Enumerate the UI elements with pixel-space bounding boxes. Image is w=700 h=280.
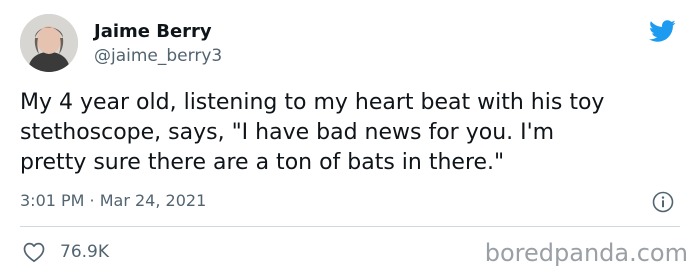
info-icon[interactable] xyxy=(652,191,674,213)
tweet-card: Jaime Berry @jaime_berry3 My 4 year old,… xyxy=(0,0,700,280)
user-handle[interactable]: @jaime_berry3 xyxy=(94,45,222,67)
heart-icon[interactable] xyxy=(22,241,46,263)
tweet-text: My 4 year old, listening to my heart bea… xyxy=(20,90,605,175)
avatar[interactable] xyxy=(20,14,78,72)
timestamp[interactable]: 3:01 PM · Mar 24, 2021 xyxy=(20,190,206,212)
display-name[interactable]: Jaime Berry xyxy=(94,21,212,43)
twitter-bird-icon[interactable] xyxy=(646,17,678,45)
watermark: boredpanda.com xyxy=(484,239,688,267)
like-count: 76.9K xyxy=(60,242,109,262)
divider xyxy=(20,226,680,227)
